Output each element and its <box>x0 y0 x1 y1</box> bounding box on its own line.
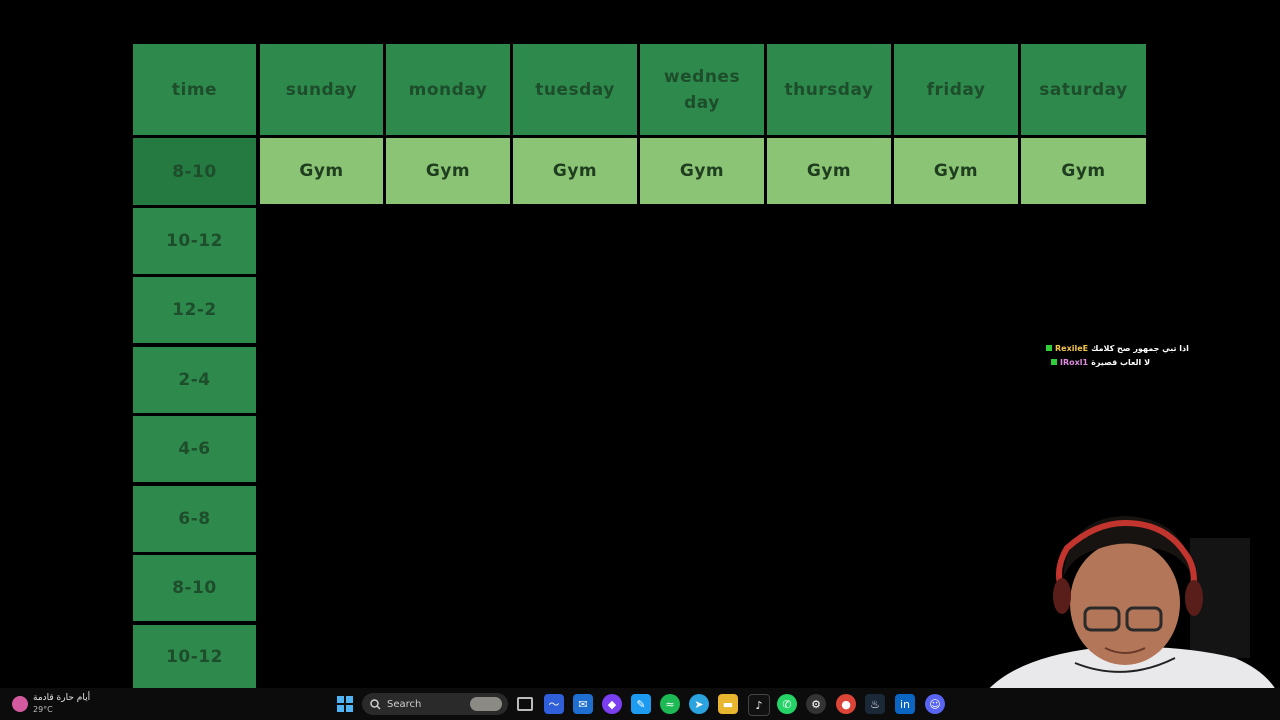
task-view-icon[interactable] <box>515 694 535 714</box>
windows-taskbar: أيام حارة قادمة 29°C Search 〜 ✉ ◆ ✎ ≈ ➤ … <box>0 688 1280 720</box>
chat-text: اذا تبي جمهور صح كلامك <box>1091 343 1189 353</box>
telegram-icon[interactable]: ➤ <box>689 694 709 714</box>
activity-thursday: Gym <box>767 138 891 204</box>
discord-icon[interactable]: ☺ <box>925 694 945 714</box>
app-icon-3[interactable]: ◆ <box>602 694 622 714</box>
header-sunday: sunday <box>260 44 383 135</box>
header-monday: monday <box>386 44 510 135</box>
chat-username: RexileE <box>1055 343 1089 353</box>
weather-temperature: 29°C <box>33 705 53 714</box>
tiktok-icon[interactable]: ♪ <box>748 694 770 716</box>
stream-chat-overlay: RexileE اذا تبي جمهور صح كلامك IRoxl1 لا… <box>1046 341 1189 369</box>
header-thursday: thursday <box>767 44 891 135</box>
time-slot-4-6: 4-6 <box>133 416 256 482</box>
chrome-icon[interactable]: ● <box>836 694 856 714</box>
activity-saturday: Gym <box>1021 138 1146 204</box>
search-label: Search <box>387 698 422 710</box>
time-slot-8-10: 8-10 <box>133 138 256 205</box>
header-wednesday: wednesday <box>640 44 764 135</box>
header-time: time <box>133 44 256 135</box>
time-slot-6-8: 6-8 <box>133 486 256 552</box>
app-icon-5[interactable]: ⚙ <box>806 694 826 714</box>
spotify-icon[interactable]: ≈ <box>660 694 680 714</box>
linkedin-icon[interactable]: in <box>895 694 915 714</box>
file-explorer-icon[interactable]: ▬ <box>718 694 738 714</box>
chat-username: IRoxl1 <box>1060 357 1089 367</box>
whatsapp-icon[interactable]: ✆ <box>777 694 797 714</box>
activity-monday: Gym <box>386 138 510 204</box>
search-highlight-icon <box>470 697 502 711</box>
chat-badge-icon <box>1051 359 1057 365</box>
header-friday: friday <box>894 44 1018 135</box>
chat-badge-icon <box>1046 345 1052 351</box>
activity-wednesday: Gym <box>640 138 764 204</box>
search-icon <box>370 698 381 710</box>
app-icon-2[interactable]: ✉ <box>573 694 593 714</box>
header-tuesday: tuesday <box>513 44 637 135</box>
taskbar-search[interactable]: Search <box>362 693 508 715</box>
header-saturday: saturday <box>1021 44 1146 135</box>
time-slot-10-12: 10-12 <box>133 208 256 274</box>
steam-icon[interactable]: ♨ <box>865 694 885 714</box>
activity-sunday: Gym <box>260 138 383 204</box>
activity-tuesday: Gym <box>513 138 637 204</box>
time-slot-12-2: 12-2 <box>133 277 256 343</box>
time-slot-2-4: 2-4 <box>133 347 256 413</box>
time-slot-8-10-evening: 8-10 <box>133 555 256 621</box>
app-icon-4[interactable]: ✎ <box>631 694 651 714</box>
weather-icon <box>12 696 28 712</box>
app-icon-1[interactable]: 〜 <box>544 694 564 714</box>
chat-message: RexileE اذا تبي جمهور صح كلامك <box>1046 341 1189 355</box>
windows-start-icon[interactable] <box>335 694 355 714</box>
chat-text: لا العاب قصيرة <box>1091 357 1151 367</box>
chat-message: IRoxl1 لا العاب قصيرة <box>1046 355 1189 369</box>
weather-title: أيام حارة قادمة <box>33 693 91 703</box>
weather-widget[interactable]: أيام حارة قادمة 29°C <box>12 690 90 718</box>
time-slot-10-12-night: 10-12 <box>133 625 256 688</box>
activity-friday: Gym <box>894 138 1018 204</box>
